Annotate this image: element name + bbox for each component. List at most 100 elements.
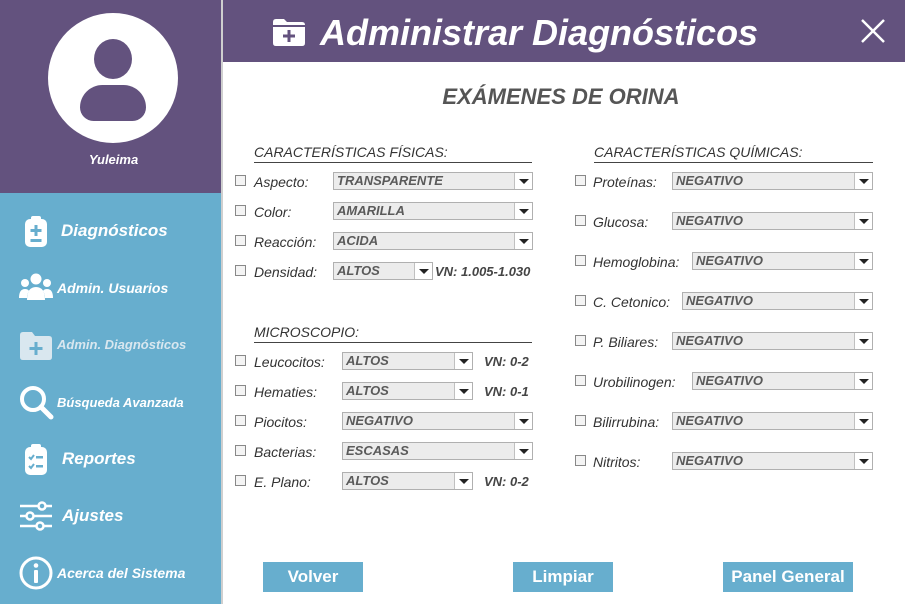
piocitos-select[interactable]: NEGATIVO xyxy=(342,412,533,430)
nitritos-checkbox[interactable] xyxy=(575,455,586,466)
chevron-down-icon xyxy=(414,263,432,279)
nitritos-value: NEGATIVO xyxy=(676,453,743,468)
sidebar-item-acerca[interactable]: Acerca del Sistema xyxy=(0,549,221,599)
bacterias-value: ESCASAS xyxy=(346,443,409,458)
c-cetonico-select[interactable]: NEGATIVO xyxy=(682,292,873,310)
aspecto-value: TRANSPARENTE xyxy=(337,173,443,188)
densidad-checkbox[interactable] xyxy=(235,265,246,276)
bacterias-label: Bacterias: xyxy=(254,444,317,460)
sidebar-item-label: Reportes xyxy=(62,449,136,468)
sidebar-item-label: Diagnósticos xyxy=(61,221,168,240)
p-biliares-checkbox[interactable] xyxy=(575,335,586,346)
sidebar-item-reportes[interactable]: Reportes xyxy=(0,435,221,485)
bilirrubina-select[interactable]: NEGATIVO xyxy=(672,412,873,430)
sidebar-item-diagnosticos[interactable]: Diagnósticos xyxy=(0,207,221,257)
chevron-down-icon xyxy=(514,233,532,249)
e-plano-select[interactable]: ALTOS xyxy=(342,472,473,490)
e-plano-label: E. Plano: xyxy=(254,474,311,490)
bacterias-checkbox[interactable] xyxy=(235,445,246,456)
densidad-value: ALTOS xyxy=(337,263,380,278)
sidebar-item-label: Admin. Usuarios xyxy=(57,280,169,296)
hemoglobina-checkbox[interactable] xyxy=(575,255,586,266)
chevron-down-icon xyxy=(854,373,872,389)
hematies-checkbox[interactable] xyxy=(235,385,246,396)
hematies-select[interactable]: ALTOS xyxy=(342,382,473,400)
nitritos-select[interactable]: NEGATIVO xyxy=(672,452,873,470)
leucocitos-reference: VN: 0-2 xyxy=(484,354,529,369)
bilirrubina-label: Bilirrubina: xyxy=(593,414,660,430)
clipboard-check-icon xyxy=(25,444,47,475)
chevron-down-icon xyxy=(854,333,872,349)
c-cetonico-checkbox[interactable] xyxy=(575,295,586,306)
proteinas-label: Proteínas: xyxy=(593,174,657,190)
leucocitos-select[interactable]: ALTOS xyxy=(342,352,473,370)
chevron-down-icon xyxy=(454,473,472,489)
close-icon[interactable] xyxy=(858,16,888,46)
fisicas-heading: CARACTERÍSTICAS FÍSICAS: xyxy=(254,144,448,160)
color-select[interactable]: AMARILLA xyxy=(333,202,533,220)
back-button[interactable]: Volver xyxy=(263,562,363,592)
user-avatar-icon xyxy=(48,13,178,143)
piocitos-checkbox[interactable] xyxy=(235,415,246,426)
aspecto-checkbox[interactable] xyxy=(235,175,246,186)
urobilinogen-value: NEGATIVO xyxy=(696,373,763,388)
hematies-label: Hematies: xyxy=(254,384,318,400)
hemoglobina-label: Hemoglobina: xyxy=(593,254,680,270)
piocitos-value: NEGATIVO xyxy=(346,413,413,428)
chevron-down-icon xyxy=(514,413,532,429)
sliders-icon xyxy=(20,501,52,531)
densidad-reference: VN: 1.005-1.030 xyxy=(435,264,531,279)
chevron-down-icon xyxy=(854,453,872,469)
bilirrubina-checkbox[interactable] xyxy=(575,415,586,426)
nitritos-label: Nitritos: xyxy=(593,454,641,470)
p-biliares-label: P. Biliares: xyxy=(593,334,659,350)
color-checkbox[interactable] xyxy=(235,205,246,216)
p-biliares-select[interactable]: NEGATIVO xyxy=(672,332,873,350)
c-cetonico-label: C. Cetonico: xyxy=(593,294,671,310)
reaccion-checkbox[interactable] xyxy=(235,235,246,246)
color-label: Color: xyxy=(254,204,292,220)
bilirrubina-value: NEGATIVO xyxy=(676,413,743,428)
c-cetonico-value: NEGATIVO xyxy=(686,293,753,308)
urobilinogen-checkbox[interactable] xyxy=(575,375,586,386)
clear-button[interactable]: Limpiar xyxy=(513,562,613,592)
quimicas-underline xyxy=(594,162,873,163)
quimicas-heading: CARACTERÍSTICAS QUÍMICAS: xyxy=(594,144,803,160)
reaccion-select[interactable]: ACIDA xyxy=(333,232,533,250)
hemoglobina-select[interactable]: NEGATIVO xyxy=(692,252,873,270)
folder-plus-icon xyxy=(273,19,305,46)
urobilinogen-select[interactable]: NEGATIVO xyxy=(692,372,873,390)
clipboard-plus-icon xyxy=(25,216,47,247)
glucosa-select[interactable]: NEGATIVO xyxy=(672,212,873,230)
sidebar-item-admin-diagnosticos[interactable]: Admin. Diagnósticos xyxy=(0,321,221,371)
hemoglobina-value: NEGATIVO xyxy=(696,253,763,268)
sidebar-item-admin-usuarios[interactable]: Admin. Usuarios xyxy=(0,264,221,314)
e-plano-value: ALTOS xyxy=(346,473,389,488)
sidebar-nav: Diagnósticos Admin. Usuarios Admin. Diag… xyxy=(0,193,221,604)
piocitos-label: Piocitos: xyxy=(254,414,307,430)
sidebar-item-label: Admin. Diagnósticos xyxy=(57,337,187,352)
proteinas-checkbox[interactable] xyxy=(575,175,586,186)
users-icon xyxy=(19,273,53,300)
leucocitos-checkbox[interactable] xyxy=(235,355,246,366)
fisicas-underline xyxy=(254,162,532,163)
p-biliares-value: NEGATIVO xyxy=(676,333,743,348)
chevron-down-icon xyxy=(854,173,872,189)
color-value: AMARILLA xyxy=(337,203,405,218)
glucosa-checkbox[interactable] xyxy=(575,215,586,226)
sidebar-item-busqueda-avanzada[interactable]: Búsqueda Avanzada xyxy=(0,378,221,428)
e-plano-checkbox[interactable] xyxy=(235,475,246,486)
sidebar-item-label: Acerca del Sistema xyxy=(57,565,186,581)
chevron-down-icon xyxy=(454,383,472,399)
bacterias-select[interactable]: ESCASAS xyxy=(342,442,533,460)
hematies-reference: VN: 0-1 xyxy=(484,384,529,399)
info-icon xyxy=(19,556,53,590)
glucosa-value: NEGATIVO xyxy=(676,213,743,228)
densidad-select[interactable]: ALTOS xyxy=(333,262,433,280)
leucocitos-label: Leucocitos: xyxy=(254,354,325,370)
aspecto-select[interactable]: TRANSPARENTE xyxy=(333,172,533,190)
proteinas-select[interactable]: NEGATIVO xyxy=(672,172,873,190)
chevron-down-icon xyxy=(514,203,532,219)
sidebar-item-ajustes[interactable]: Ajustes xyxy=(0,492,221,542)
panel-general-button[interactable]: Panel General xyxy=(723,562,853,592)
